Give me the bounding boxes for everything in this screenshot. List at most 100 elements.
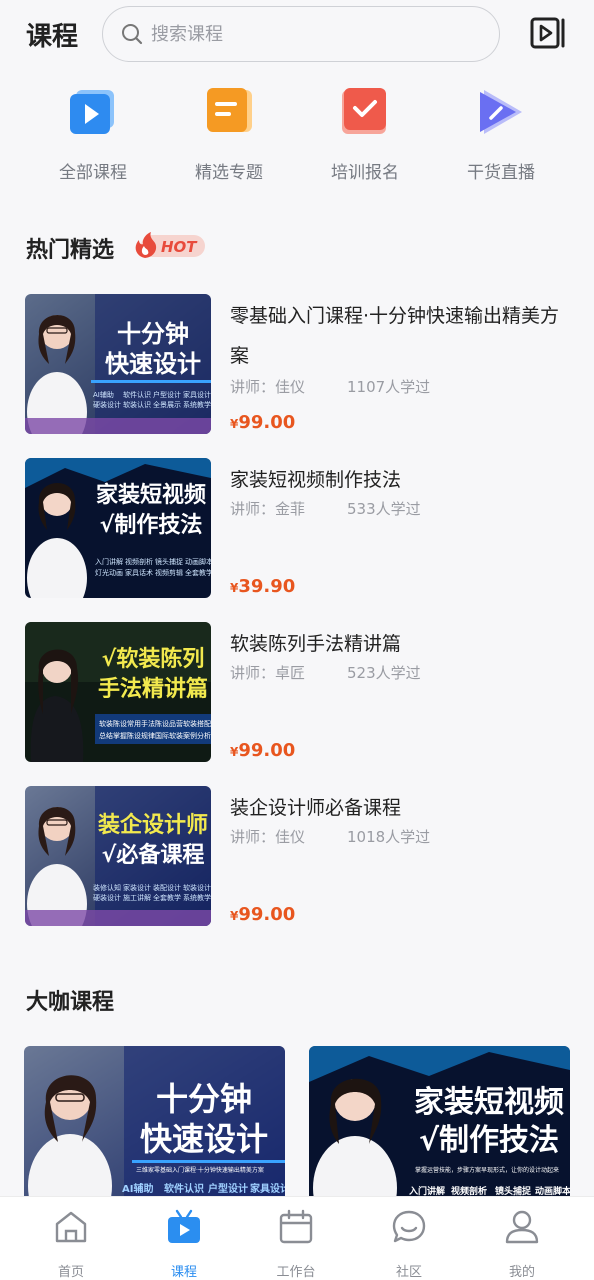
page-title: 课程 <box>26 22 79 52</box>
thumb-headline: √必备课程 <box>102 842 205 868</box>
tab-label: 工作台 <box>276 1265 316 1280</box>
category-training-signup[interactable]: 培训报名 <box>297 86 433 183</box>
category-live-streams[interactable]: 干货直播 <box>433 86 569 183</box>
course-price: ¥99.00 <box>230 904 296 925</box>
section-title-master: 大咖课程 <box>26 990 115 1015</box>
search-bar[interactable] <box>102 6 500 62</box>
thumb-tag: 户型设计 <box>153 390 181 399</box>
thumb-headline: 装企设计师 <box>98 812 208 838</box>
thumb-tag: 镜头捕捉 <box>155 557 183 566</box>
course-learners: 1018人学过 <box>347 828 431 846</box>
home-icon <box>55 1211 87 1243</box>
card-headline: √制作技法 <box>419 1123 559 1158</box>
tab-profile[interactable]: 我的 <box>472 1209 572 1280</box>
course-learners: 533人学过 <box>347 500 421 518</box>
course-thumbnail: 装企设计师 √必备课程 装修认知 家装设计 装配设计 软装设计 硬装设计 施工讲… <box>25 786 211 926</box>
thumb-tag: 装配设计 <box>153 883 181 892</box>
course-item[interactable]: √软装陈列 手法精讲篇 软装陈设常用手法 陈设品营软装搭配 总结掌握陈设规律 国… <box>25 622 570 762</box>
course-thumbnail: 十分钟 快速设计 AI辅助 软件认识 户型设计 家具设计 硬装设计 软装认识 全… <box>25 294 211 434</box>
thumb-tag: 系统教学 <box>183 400 211 409</box>
check-square-icon <box>342 88 386 134</box>
thumb-tag: 入门讲解 <box>95 557 123 566</box>
thumb-tag: 全景展示 <box>153 400 181 409</box>
thumb-headline: √制作技法 <box>100 513 203 538</box>
card-subtitle: 掌握运营技能，步骤方案早现形式，让你的设计动起来 <box>415 1166 559 1174</box>
thumb-tag: 硬装设计 <box>93 400 121 409</box>
search-input[interactable] <box>151 23 471 45</box>
hot-badge-text: HOT <box>161 238 198 256</box>
course-item[interactable]: 装企设计师 √必备课程 装修认知 家装设计 装配设计 软装设计 硬装设计 施工讲… <box>25 786 570 926</box>
tab-label: 社区 <box>395 1265 422 1280</box>
course-teacher: 讲师：佳仪 <box>230 828 306 846</box>
course-item[interactable]: 十分钟 快速设计 AI辅助 软件认识 户型设计 家具设计 硬装设计 软装认识 全… <box>25 294 570 434</box>
category-label: 培训报名 <box>331 163 399 183</box>
document-icon <box>207 88 252 132</box>
master-course-card[interactable]: 家装短视频 √制作技法 掌握运营技能，步骤方案早现形式，让你的设计动起来 入门讲… <box>309 1046 570 1206</box>
card-headline: 十分钟 <box>156 1080 252 1118</box>
thumb-headline: 手法精讲篇 <box>98 676 208 702</box>
course-price: ¥99.00 <box>230 412 296 433</box>
course-thumbnail: √软装陈列 手法精讲篇 软装陈设常用手法 陈设品营软装搭配 总结掌握陈设规律 国… <box>25 622 211 762</box>
course-title: 家装短视频制作技法 <box>230 469 402 491</box>
live-play-icon <box>480 90 522 134</box>
thumb-tag: 视频剖析 <box>125 557 153 566</box>
course-tv-icon <box>168 1209 200 1243</box>
course-meta: 讲师：金菲 533人学过 <box>230 498 421 519</box>
card-headline: 家装短视频 <box>414 1085 564 1120</box>
tab-label: 我的 <box>508 1265 535 1280</box>
tab-community[interactable]: 社区 <box>359 1209 459 1280</box>
course-teacher: 讲师：金菲 <box>230 500 306 518</box>
thumb-tag: 软装陈设常用手法 <box>99 719 155 728</box>
master-course-card[interactable]: 十分钟 快速设计 三维家零基础入门课程·十分钟快速输出精美方案 AI辅助 软件认… <box>24 1046 285 1206</box>
course-learners: 523人学过 <box>347 664 421 682</box>
card-subtitle: 三维家零基础入门课程·十分钟快速输出精美方案 <box>136 1166 264 1174</box>
category-featured-topics[interactable]: 精选专题 <box>161 86 297 183</box>
course-price: ¥39.90 <box>230 576 296 597</box>
tab-label: 课程 <box>170 1265 197 1280</box>
thumb-tag: 家具设计 <box>183 390 211 399</box>
course-price: ¥99.00 <box>230 740 296 761</box>
hot-badge: HOT <box>135 232 205 258</box>
bottom-tab-bar: 首页 课程 工作台 社区 我的 <box>0 1196 594 1280</box>
thumb-headline: √软装陈列 <box>102 646 205 672</box>
thumb-tag: 软装设计 <box>183 883 211 892</box>
course-title: 软装陈列手法精讲篇 <box>230 633 402 655</box>
course-meta: 讲师：佳仪 1107人学过 <box>230 376 430 397</box>
category-label: 干货直播 <box>467 163 535 183</box>
thumb-headline: 快速设计 <box>105 350 201 378</box>
card-tag: 软件认识 <box>164 1182 204 1195</box>
course-title: 零基础入门课程·十分钟快速输出精美方案 <box>230 305 560 367</box>
card-tag: 户型设计 <box>207 1182 248 1195</box>
thumb-tag: 全套教学 <box>185 568 211 577</box>
chat-bubble-icon <box>392 1210 426 1243</box>
thumb-tag: 系统教学 <box>183 893 211 902</box>
thumb-tag: 视频剪辑 <box>155 568 183 577</box>
course-thumbnail: 家装短视频 √制作技法 入门讲解 视频剖析 镜头捕捉 动画脚本 灯光动画 家具话… <box>25 458 211 598</box>
video-list-icon[interactable] <box>530 16 566 50</box>
play-square-icon <box>70 90 114 134</box>
card-tag: AI辅助 <box>122 1182 153 1195</box>
category-label: 精选专题 <box>195 163 263 183</box>
course-teacher: 讲师：佳仪 <box>230 378 306 396</box>
thumb-tag: 全套教学 <box>153 893 181 902</box>
thumb-tag: 灯光动画 <box>95 568 123 577</box>
card-tag: 家具设计 <box>250 1182 285 1195</box>
thumb-tag: AI辅助 <box>93 390 114 399</box>
course-item[interactable]: 家装短视频 √制作技法 入门讲解 视频剖析 镜头捕捉 动画脚本 灯光动画 家具话… <box>25 458 570 598</box>
calendar-icon <box>279 1209 313 1244</box>
card-headline: 快速设计 <box>140 1120 268 1158</box>
thumb-tag: 软件认识 <box>123 390 151 399</box>
thumb-tag: 装修认知 <box>93 883 121 892</box>
category-all-courses[interactable]: 全部课程 <box>25 86 161 183</box>
thumb-tag: 家具话术 <box>125 568 153 577</box>
category-label: 全部课程 <box>59 163 127 183</box>
header: 课程 <box>0 0 594 70</box>
tab-home[interactable]: 首页 <box>21 1209 121 1280</box>
search-icon <box>122 24 143 45</box>
section-title-hot: 热门精选 <box>26 238 115 263</box>
category-nav: 全部课程 精选专题 培训报名 干货直播 <box>0 86 594 186</box>
thumb-headline: 十分钟 <box>117 320 189 348</box>
tab-workbench[interactable]: 工作台 <box>246 1209 346 1280</box>
tab-courses[interactable]: 课程 <box>134 1209 234 1280</box>
course-learners: 1107人学过 <box>347 378 431 396</box>
